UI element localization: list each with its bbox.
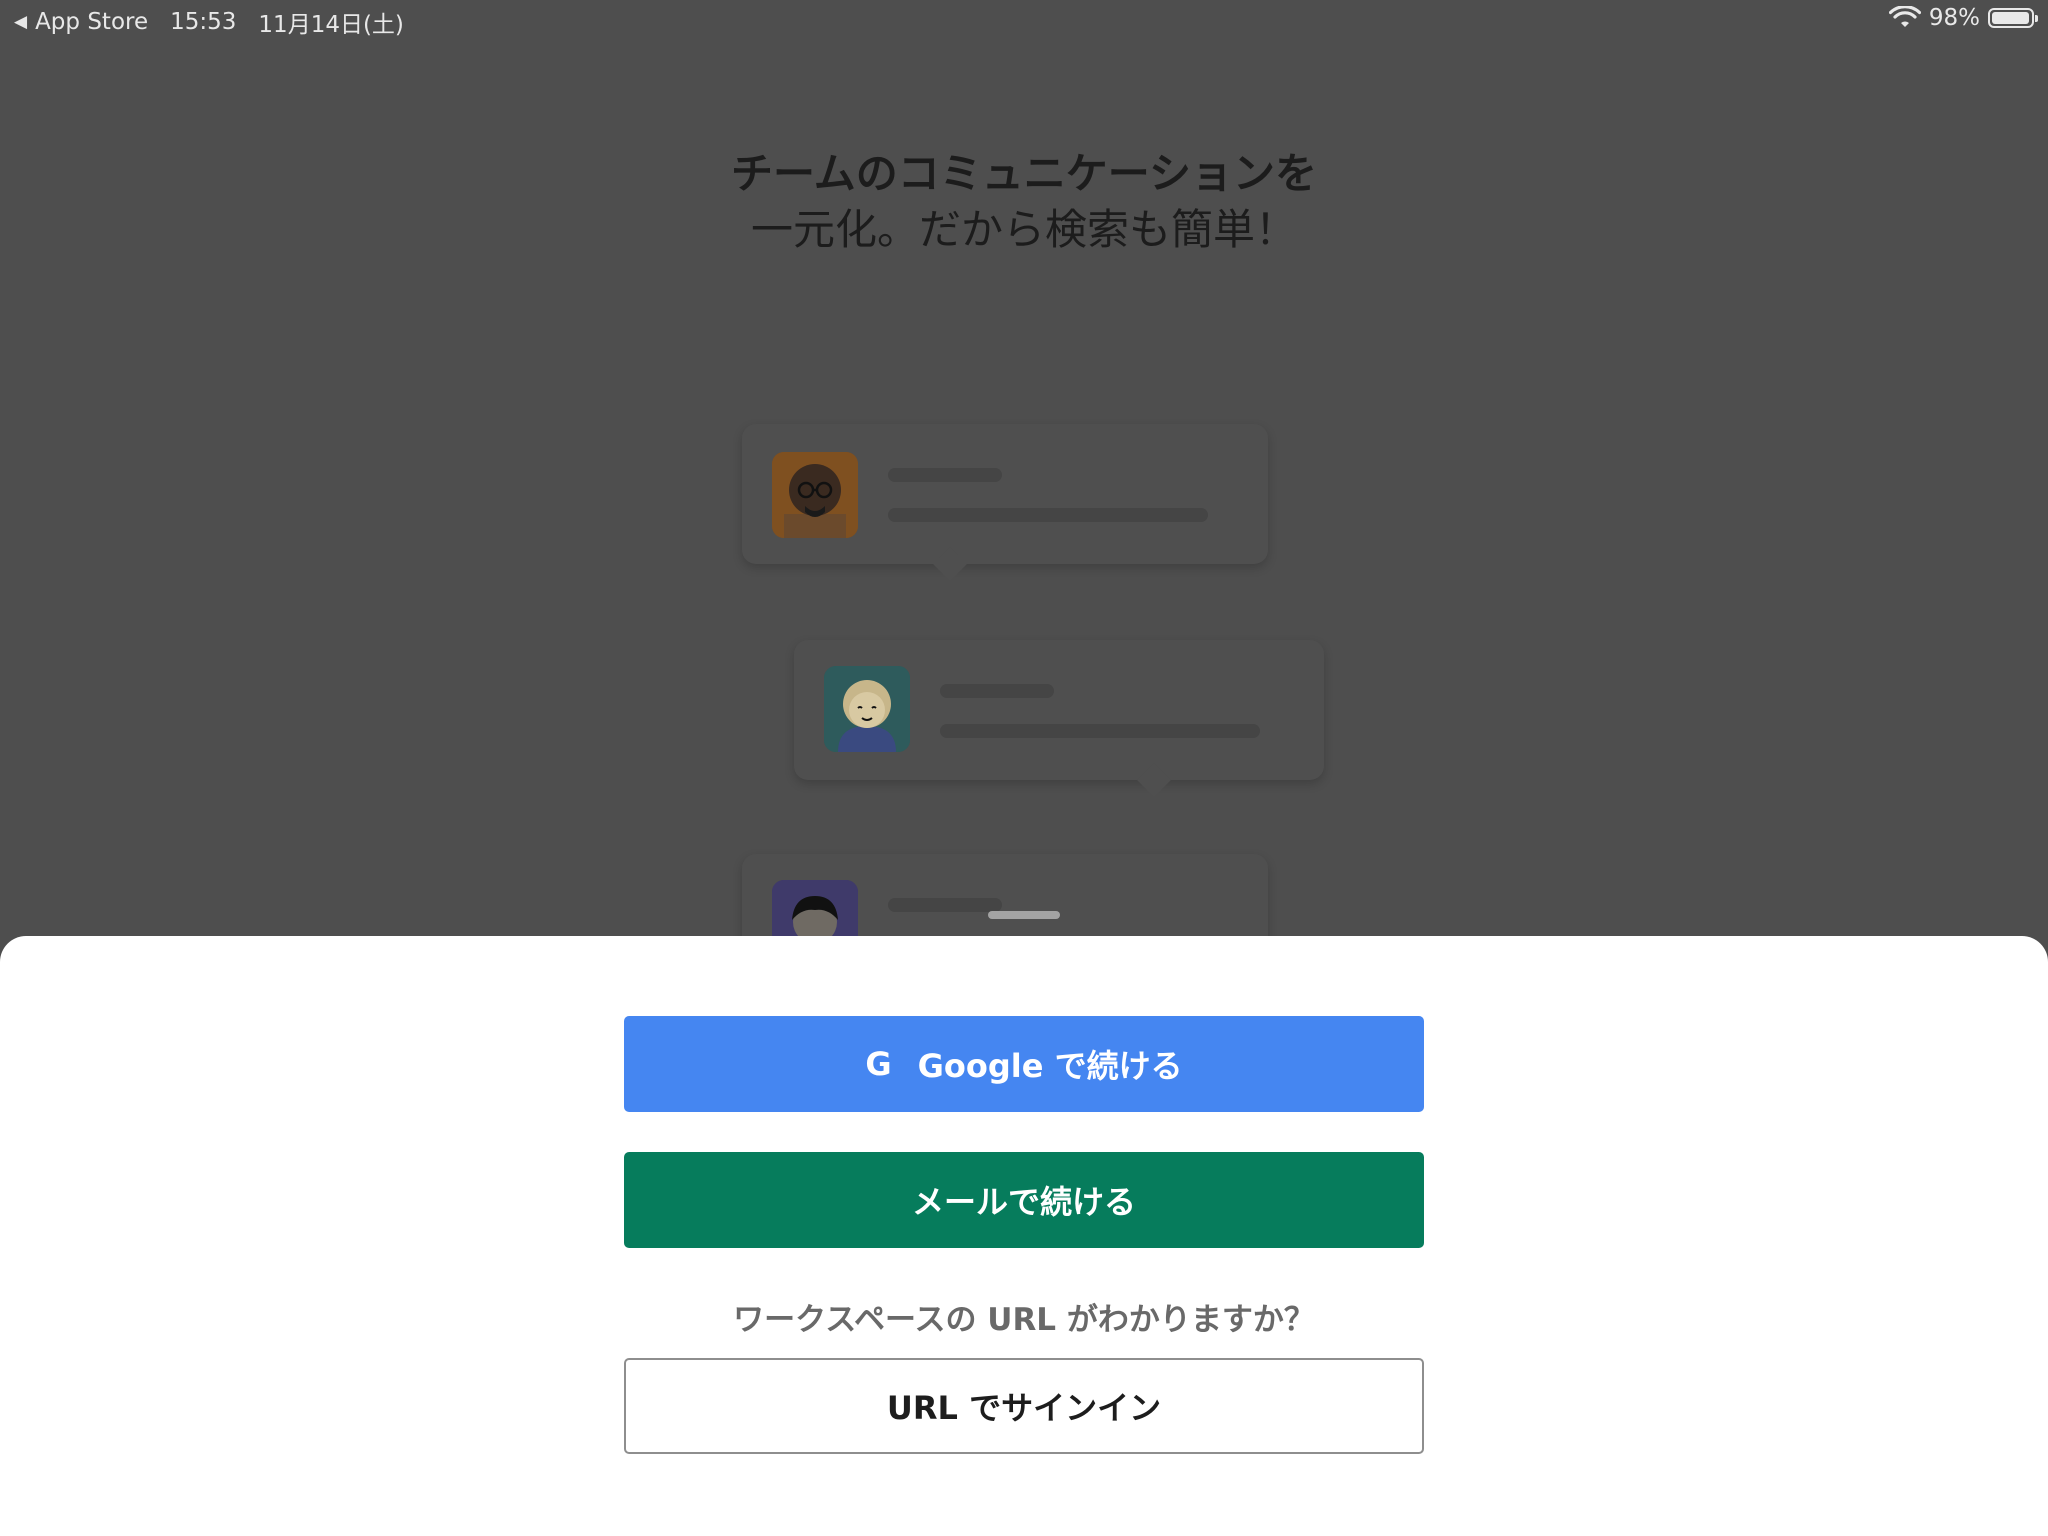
- battery-nub: [2035, 15, 2038, 22]
- bubble-tail: [1137, 763, 1171, 797]
- wifi-icon: [1888, 6, 1921, 27]
- placeholder-line: [940, 684, 1054, 698]
- bubble-tail: [933, 547, 967, 581]
- google-icon: G: [865, 1045, 892, 1083]
- battery-icon: [1988, 8, 2038, 28]
- back-app-label: App Store: [35, 9, 149, 35]
- battery-fill: [1992, 12, 2030, 24]
- sign-in-with-url-button[interactable]: URL でサインイン: [624, 1358, 1424, 1454]
- continue-with-google-button[interactable]: G Google で続ける: [624, 1016, 1424, 1112]
- battery-percent: 98%: [1928, 5, 1980, 31]
- status-bar-right: 98%: [1888, 5, 2038, 31]
- placeholder-line: [940, 724, 1260, 738]
- avatar-blonde-icon: [824, 666, 910, 752]
- google-button-label: Google で続ける: [917, 1047, 1183, 1085]
- email-button-label: メールで続ける: [911, 1183, 1136, 1221]
- chat-bubble-1: [742, 424, 1268, 581]
- continue-with-email-button[interactable]: メールで続ける: [624, 1152, 1424, 1248]
- status-bar-left: ◀ App Store 15:53 11月14日(土): [14, 5, 404, 39]
- placeholder-line: [888, 898, 1002, 912]
- placeholder-line: [888, 508, 1208, 522]
- avatar-glasses-icon: [772, 452, 858, 538]
- avatar-person-blonde: [824, 666, 910, 752]
- workspace-url-question: ワークスペースの URL がわかりますか？: [733, 1302, 1315, 1338]
- sheet-grabber[interactable]: [988, 911, 1060, 919]
- back-to-app-store[interactable]: ◀ App Store: [14, 9, 148, 35]
- status-date: 11月14日(土): [258, 12, 404, 38]
- back-arrow-icon: ◀: [14, 12, 28, 32]
- headline-line-1: チームのコミュニケーションを: [731, 149, 1317, 198]
- headline-line-2: 一元化。だから検索も簡単！: [750, 205, 1297, 254]
- chat-bubble-2: [794, 640, 1324, 797]
- status-time: 15:53: [170, 9, 237, 35]
- avatar-person-glasses: [772, 452, 858, 538]
- placeholder-line: [888, 468, 1002, 482]
- status-bar: ◀ App Store 15:53 11月14日(土) 98%: [0, 0, 2048, 40]
- url-button-label: URL でサインイン: [886, 1389, 1162, 1427]
